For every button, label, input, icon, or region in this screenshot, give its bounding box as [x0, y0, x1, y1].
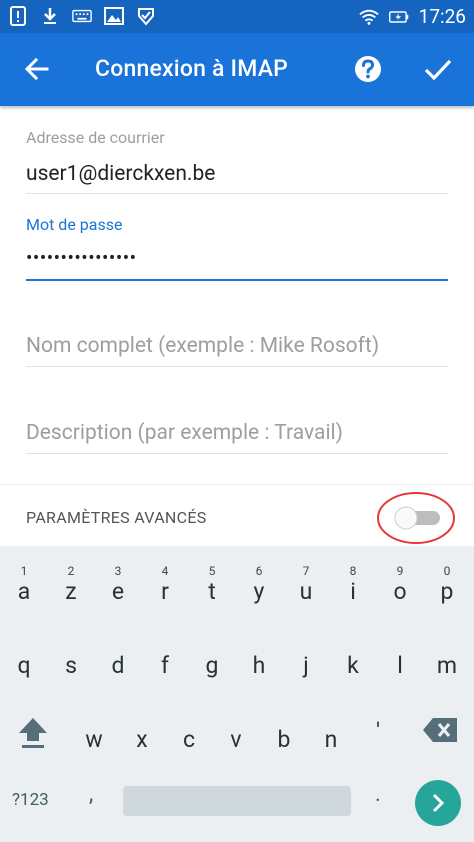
help-icon[interactable]	[352, 53, 384, 85]
soft-keyboard: 1a 2z 3e 4r 5t 6y 7u 8i 9o 0p q s d f g …	[0, 546, 474, 842]
keyboard-icon	[72, 6, 92, 26]
symbols-key[interactable]: ?123	[12, 790, 49, 810]
comma-key[interactable]: ,	[89, 782, 93, 807]
email-underline	[26, 193, 448, 194]
battery-charging-icon	[388, 7, 409, 27]
key-a[interactable]: 1a	[1, 556, 47, 612]
app-bar: Connexion à IMAP	[0, 33, 474, 106]
key-y[interactable]: 6y	[236, 556, 282, 612]
confirm-check-icon[interactable]	[420, 51, 456, 87]
key-d[interactable]: d	[95, 630, 141, 686]
image-icon	[104, 6, 124, 26]
key-k[interactable]: k	[330, 630, 376, 686]
page-title: Connexion à IMAP	[95, 55, 289, 82]
key-s[interactable]: s	[48, 630, 94, 686]
key-z[interactable]: 2z	[48, 556, 94, 612]
key-o[interactable]: 9o	[377, 556, 423, 612]
shift-key-icon[interactable]	[12, 712, 54, 754]
password-label: Mot de passe	[26, 215, 123, 234]
alert-icon	[8, 6, 28, 26]
download-icon	[40, 6, 60, 26]
key-i[interactable]: 8i	[330, 556, 376, 612]
email-label: Adresse de courrier	[26, 128, 165, 147]
check-badge-icon	[136, 6, 156, 26]
full-name-underline	[26, 366, 448, 367]
key-b[interactable]: b	[261, 704, 307, 760]
status-bar: 17:26	[0, 0, 474, 33]
key-v[interactable]: v	[213, 704, 259, 760]
key-q[interactable]: q	[1, 630, 47, 686]
key-t[interactable]: 5t	[189, 556, 235, 612]
key-n[interactable]: n	[308, 704, 354, 760]
period-key[interactable]: .	[375, 782, 381, 807]
key-e[interactable]: 3e	[95, 556, 141, 612]
next-key[interactable]	[415, 780, 461, 826]
description-underline	[26, 453, 448, 454]
key-h[interactable]: h	[236, 630, 282, 686]
key-apostrophe[interactable]: '	[355, 696, 401, 752]
password-field[interactable]: ••••••••••••••••	[26, 246, 137, 269]
key-x[interactable]: x	[119, 704, 165, 760]
key-c[interactable]: c	[166, 704, 212, 760]
wifi-icon	[359, 7, 379, 27]
space-key[interactable]	[123, 786, 351, 816]
key-m[interactable]: m	[424, 630, 470, 686]
description-input[interactable]: Description (par exemple : Travail)	[26, 421, 343, 445]
key-w[interactable]: w	[71, 704, 117, 760]
key-f[interactable]: f	[142, 630, 188, 686]
chevron-right-icon	[432, 793, 445, 813]
back-arrow-icon[interactable]	[20, 51, 56, 87]
advanced-settings-toggle[interactable]	[376, 490, 456, 546]
key-j[interactable]: j	[283, 630, 329, 686]
key-p[interactable]: 0p	[424, 556, 470, 612]
email-field[interactable]: user1@dierckxen.be	[26, 162, 215, 186]
backspace-key-icon[interactable]	[421, 714, 461, 746]
key-u[interactable]: 7u	[283, 556, 329, 612]
status-time: 17:26	[418, 5, 466, 28]
key-g[interactable]: g	[189, 630, 235, 686]
advanced-settings-label: PARAMÈTRES AVANCÉS	[26, 508, 207, 527]
key-r[interactable]: 4r	[142, 556, 188, 612]
password-underline	[26, 279, 448, 281]
full-name-input[interactable]: Nom complet (exemple : Mike Rosoft)	[26, 334, 379, 358]
key-l[interactable]: l	[377, 630, 423, 686]
section-divider	[0, 484, 474, 485]
